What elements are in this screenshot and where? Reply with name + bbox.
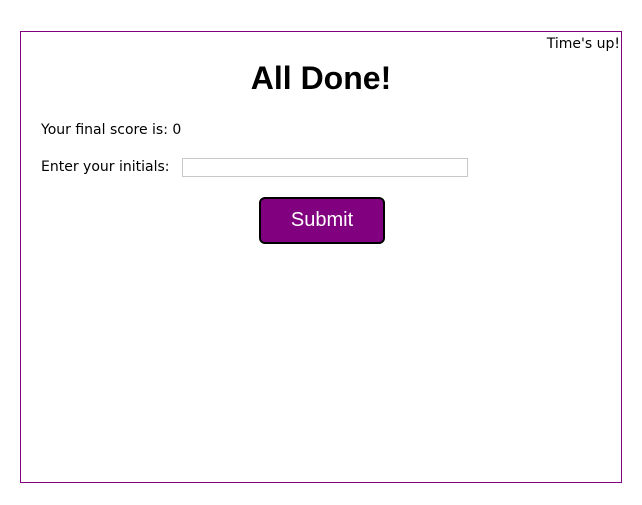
final-score-label: Your final score is: (41, 122, 173, 138)
final-score-value: 0 (172, 122, 182, 138)
page-title: All Done! (250, 60, 392, 96)
initials-form-row: Enter your initials: (41, 156, 469, 178)
quiz-container: Time's up! All Done! Your final score is… (20, 31, 622, 483)
timer-text: Time's up! (546, 36, 620, 52)
initials-label: Enter your initials: (41, 159, 170, 175)
final-score: Your final score is: 0 (41, 121, 181, 139)
submit-button[interactable]: Submit (259, 197, 385, 244)
initials-input[interactable] (182, 157, 469, 177)
